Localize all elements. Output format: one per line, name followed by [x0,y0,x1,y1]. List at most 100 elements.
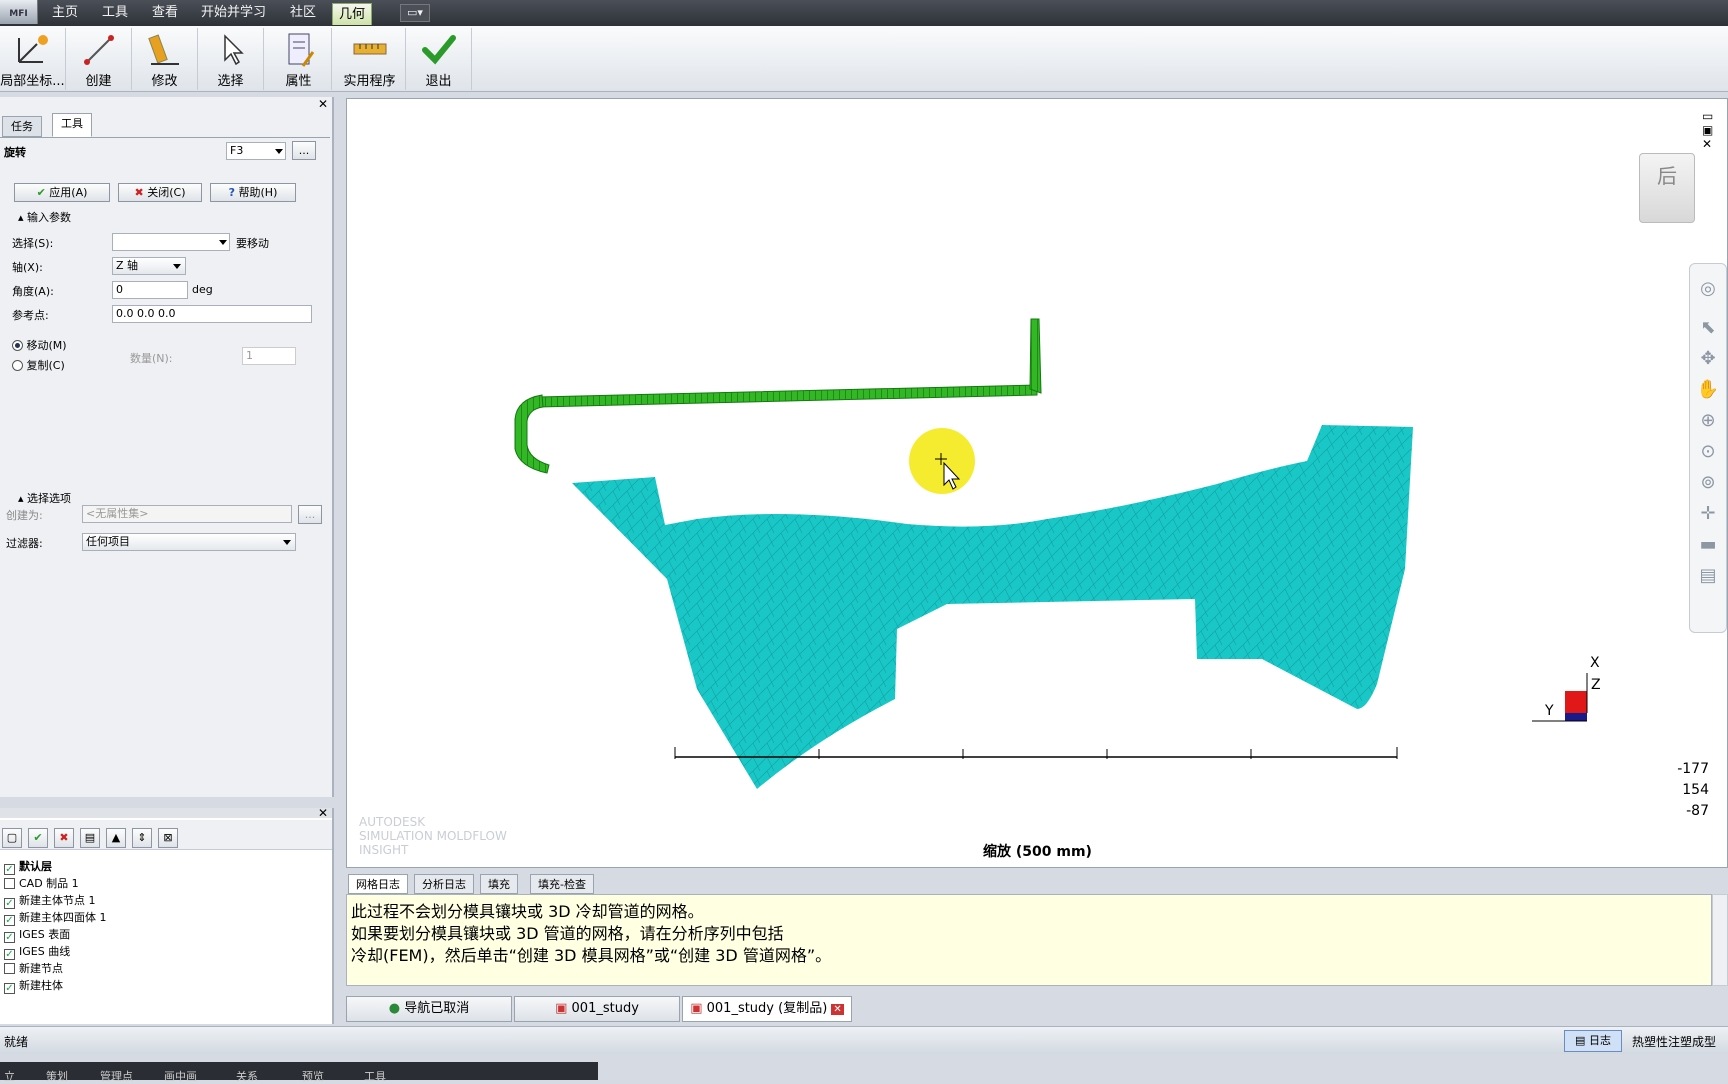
layers-header [0,808,332,818]
checkbox-checked[interactable]: ✓ [4,949,15,960]
center-icon[interactable]: ✛ [1690,503,1726,524]
layer-item[interactable]: CAD 制品 1 [4,875,79,892]
apply-button[interactable]: ✔ 应用(A) [14,183,110,202]
menu-geometry[interactable]: 几何 [332,3,373,25]
menu-community[interactable]: 社区 [284,2,322,24]
layer-item[interactable]: ✓ 新建主体四面体 1 [4,909,107,926]
analysis-type: 热塑性注塑成型 [1632,1035,1717,1049]
move-radio[interactable]: 移动(M) [12,337,67,353]
measure-icon[interactable]: ▬ [1690,534,1726,555]
tab-navigation[interactable]: ● 导航已取消 [346,996,512,1022]
create-button[interactable]: 创建 [66,28,132,90]
zoom-fit-icon[interactable]: ⊚ [1690,472,1726,493]
checkbox-checked[interactable]: ✓ [4,915,15,926]
checkbox-checked[interactable]: ✓ [4,898,15,909]
layer-item[interactable]: ✓ IGES 表面 [4,926,70,943]
select-entities-input[interactable] [112,233,230,251]
layer-clear-icon[interactable]: ⊠ [158,828,178,848]
layer-up-icon[interactable]: ▲ [106,828,126,848]
select-icon[interactable]: ⬉ [1690,317,1726,338]
close-icon[interactable]: ✕ [318,97,328,111]
create-as-input[interactable]: <无属性集> [82,505,292,523]
layer-item[interactable]: ✓ 新建柱体 [4,977,63,994]
modify-button[interactable]: 修改 [132,28,198,90]
tab-fill[interactable]: 填充 [480,874,518,894]
orbit-icon[interactable]: ✥ [1690,348,1726,369]
tab-tools[interactable]: 工具 [52,113,92,137]
checkbox-checked[interactable]: ✓ [4,983,15,994]
log-text: 此过程不会划分模具镶块或 3D 冷却管道的网格。 如果要划分模具镶块或 3D 管… [346,894,1712,986]
exit-button[interactable]: 退出 [406,28,472,90]
model-viewport[interactable]: ▭ ▣ ✕ 后 ◎ ⬉ ✥ ✋ ⊕ ⊙ ⊚ ✛ ▬ ▤ AUTODESK SIM… [346,98,1728,868]
tab-fill-check[interactable]: 填充-检查 [530,874,594,894]
new-layer-icon[interactable]: ▢ [2,828,22,848]
checkbox-unchecked[interactable] [4,878,15,889]
tab-study-copy[interactable]: ▣ 001_study (复制品) ✕ [682,996,852,1022]
window-controls[interactable]: ▭ ▣ ✕ [1702,109,1727,151]
menu-home[interactable]: 主页 [46,2,84,24]
log-icon: ▤ [1575,1034,1586,1047]
taskbar-item[interactable]: 工具 [364,1068,386,1084]
log-toggle-button[interactable]: ▤ 日志 [1564,1030,1622,1052]
taskbar-item[interactable]: 画中画 [164,1068,197,1084]
pan-hand-icon[interactable]: ✋ [1690,379,1726,400]
close-tab-icon[interactable]: ✕ [831,1004,844,1015]
model-canvas[interactable] [347,99,1727,867]
close-button[interactable]: ✖ 关闭(C) [118,183,202,202]
cooling-pipe-vertical[interactable] [1029,318,1042,394]
viewcube[interactable]: 后 [1639,153,1695,223]
zoom-window-icon[interactable]: ⊙ [1690,441,1726,462]
axis-x-label: X [1590,655,1600,671]
layer-item[interactable]: ✓ 默认层 [4,858,52,875]
copy-radio[interactable]: 复制(C) [12,357,65,373]
taskbar-item[interactable]: 策划 [46,1068,68,1084]
steering-wheel-icon[interactable]: ◎ [1690,278,1726,299]
create-as-more-button[interactable]: ... [298,505,322,524]
utility-button[interactable]: 实用程序 [334,28,406,90]
checkbox-unchecked[interactable] [4,963,15,974]
count-stepper[interactable]: 1 [242,347,296,365]
delete-layer-icon[interactable]: ✖ [54,828,74,848]
molded-part[interactable] [572,425,1413,789]
help-button[interactable]: ? 帮助(H) [210,183,296,202]
angle-input[interactable]: 0 [112,281,188,299]
taskbar-item[interactable]: 立 [4,1068,15,1084]
tool-shortcut-select[interactable]: F3 [226,142,286,160]
tab-mesh-log[interactable]: 网格日志 [348,874,408,894]
menu-view[interactable]: 查看 [146,2,184,24]
tab-tasks[interactable]: 任务 [2,116,42,137]
tool-more-button[interactable]: ... [292,141,316,160]
cutplane-icon[interactable]: ▤ [1690,565,1726,586]
refpoint-input[interactable]: 0.0 0.0 0.0 [112,305,312,323]
close-icon[interactable]: ✕ [318,806,328,820]
input-params-header[interactable]: ▴ 输入参数 [18,209,71,225]
checkbox-checked[interactable]: ✓ [4,932,15,943]
menu-tools[interactable]: 工具 [96,2,134,24]
layer-expand-icon[interactable]: ⇕ [132,828,152,848]
coordinate-readout: -177 154 -87 [1677,761,1709,819]
layer-item[interactable]: ✓ 新建主体节点 1 [4,892,96,909]
local-coordinate-button[interactable]: 局部坐标... [0,28,66,90]
tab-analysis-log[interactable]: 分析日志 [414,874,474,894]
app-logo[interactable]: MFI [0,0,38,24]
menu-quick-access[interactable]: ▭▾ [400,4,430,22]
axis-select[interactable]: Z 轴 [112,257,186,275]
cooling-pipe-horizontal[interactable] [538,384,1038,408]
layer-item[interactable]: 新建节点 [4,960,63,977]
layer-item[interactable]: ✓ IGES 曲线 [4,943,70,960]
taskbar-item[interactable]: 关系 [236,1068,258,1084]
select-button[interactable]: 选择 [198,28,264,90]
log-scrollbar[interactable] [1712,894,1728,986]
tab-study[interactable]: ▣ 001_study [514,996,680,1022]
zoom-icon[interactable]: ⊕ [1690,410,1726,431]
options-header[interactable]: ▴ 选择选项 [18,490,71,506]
taskbar-item[interactable]: 预览 [302,1068,324,1084]
properties-button[interactable]: 属性 [266,28,332,90]
activate-layer-icon[interactable]: ✔ [28,828,48,848]
layer-props-icon[interactable]: ▤ [80,828,100,848]
checkbox-checked[interactable]: ✓ [4,864,15,875]
taskbar-item[interactable]: 管理点 [100,1068,133,1084]
help-icon: ? [228,186,236,199]
menu-start-learn[interactable]: 开始并学习 [195,2,272,24]
filter-select[interactable]: 任何项目 [82,533,296,551]
